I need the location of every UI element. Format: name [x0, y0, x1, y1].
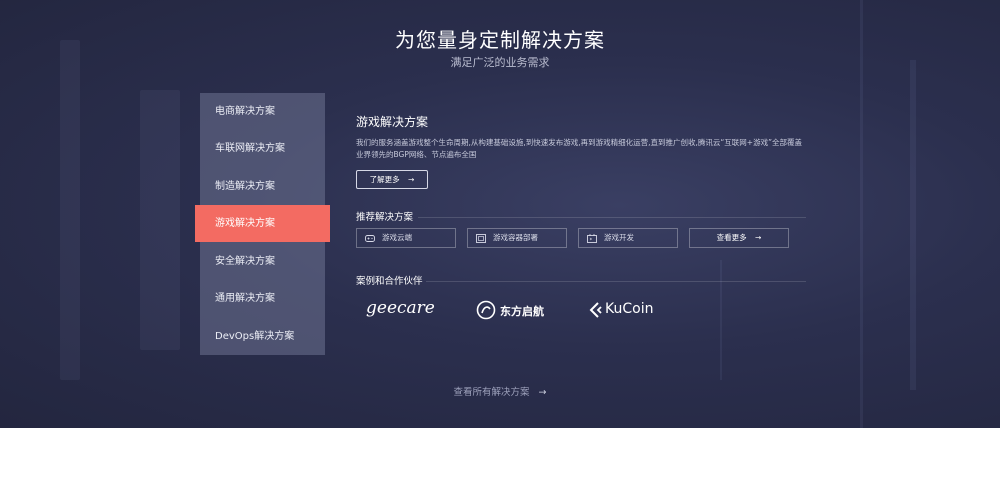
menu-item-devops[interactable]: DevOps解决方案	[200, 318, 325, 355]
menu-item-general[interactable]: 通用解决方案	[200, 280, 325, 317]
recommended-title: 推荐解决方案	[356, 212, 414, 223]
rec-card-game-cloud[interactable]: 游戏云端	[356, 228, 456, 248]
rec-card-label: 游戏开发	[604, 233, 634, 242]
container-icon	[476, 234, 486, 243]
menu-item-ecommerce[interactable]: 电商解决方案	[200, 93, 325, 130]
solutions-hero: 为您量身定制解决方案 满足广泛的业务需求 电商解决方案 车联网解决方案 制造解决…	[0, 0, 1000, 428]
page-title: 为您量身定制解决方案	[395, 28, 605, 52]
solution-title: 游戏解决方案	[356, 115, 429, 129]
solution-menu: 电商解决方案 车联网解决方案 制造解决方案 游戏解决方案 安全解决方案 通用解决…	[195, 93, 330, 355]
dongfangqihang-logo: 东方启航	[476, 296, 556, 328]
learn-more-label: 了解更多	[369, 175, 400, 184]
menu-item-security[interactable]: 安全解决方案	[200, 243, 325, 280]
cases-title: 案例和合作伙伴	[356, 276, 423, 287]
rec-card-game-container[interactable]: 游戏容器部署	[467, 228, 567, 248]
view-all-solutions-link[interactable]: 查看所有解决方案 →	[0, 384, 1000, 398]
bg-decoration	[910, 60, 916, 390]
arrow-right-icon: →	[408, 175, 415, 184]
view-more-button[interactable]: 查看更多 →	[689, 228, 789, 248]
rec-card-game-dev[interactable]: 游戏开发	[578, 228, 678, 248]
page-subtitle: 满足广泛的业务需求	[450, 56, 550, 69]
view-all-label: 查看所有解决方案	[453, 387, 530, 398]
section-divider	[426, 281, 806, 282]
rec-card-label: 游戏云端	[382, 233, 412, 242]
dev-icon	[587, 234, 597, 243]
view-more-label: 查看更多	[716, 233, 747, 242]
dongfangqihang-mark-icon	[476, 300, 496, 320]
arrow-right-icon: →	[538, 387, 547, 398]
bg-decoration	[60, 40, 80, 380]
menu-item-game[interactable]: 游戏解决方案	[195, 205, 330, 242]
geecare-logo: geecare	[366, 298, 435, 318]
arrow-right-icon: →	[755, 233, 762, 242]
gamepad-icon	[365, 235, 375, 242]
kucoin-mark-icon	[589, 302, 602, 318]
partner-logos: geecare 东方启航 KuCoin	[356, 296, 806, 328]
solution-description: 我们的服务涵盖游戏整个生命周期,从构建基础设施,到快速发布游戏,再到游戏精细化运…	[356, 138, 802, 159]
bg-decoration	[140, 90, 180, 350]
rec-card-label: 游戏容器部署	[493, 233, 538, 242]
section-divider	[418, 217, 806, 218]
kucoin-logo: KuCoin	[588, 296, 678, 328]
menu-item-manufacturing[interactable]: 制造解决方案	[200, 168, 325, 205]
learn-more-button[interactable]: 了解更多 →	[356, 170, 428, 189]
menu-item-iov[interactable]: 车联网解决方案	[200, 130, 325, 167]
